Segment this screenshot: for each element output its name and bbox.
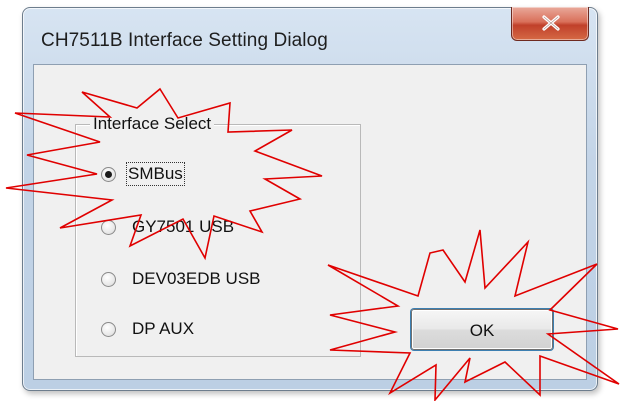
- radio-button[interactable]: [101, 271, 116, 287]
- dialog-window: CH7511B Interface Setting Dialog Interfa…: [22, 7, 598, 391]
- radio-option-gy7501-usb[interactable]: GY7501 USB: [101, 215, 234, 239]
- close-icon: [542, 15, 560, 31]
- group-legend: Interface Select: [90, 114, 215, 134]
- radio-label: SMBus: [126, 162, 185, 186]
- interface-select-group: Interface Select SMBus GY7501 USB DEV03E…: [75, 114, 361, 357]
- radio-label: GY7501 USB: [132, 217, 235, 236]
- radio-button-selected[interactable]: [101, 166, 116, 182]
- radio-option-dev03edb-usb[interactable]: DEV03EDB USB: [101, 267, 261, 291]
- screenshot-page: CH7511B Interface Setting Dialog Interfa…: [0, 0, 622, 401]
- title-bar[interactable]: CH7511B Interface Setting Dialog: [23, 7, 597, 64]
- radio-button[interactable]: [101, 321, 116, 337]
- ok-button[interactable]: OK: [411, 309, 553, 350]
- close-button[interactable]: [511, 7, 589, 41]
- radio-label: DEV03EDB USB: [132, 269, 261, 288]
- dialog-client-area: Interface Select SMBus GY7501 USB DEV03E…: [33, 64, 587, 380]
- radio-button[interactable]: [101, 219, 116, 235]
- radio-label: DP AUX: [132, 319, 195, 338]
- radio-option-smbus[interactable]: SMBus: [101, 162, 185, 186]
- radio-option-dp-aux[interactable]: DP AUX: [101, 317, 194, 341]
- window-title: CH7511B Interface Setting Dialog: [41, 30, 328, 51]
